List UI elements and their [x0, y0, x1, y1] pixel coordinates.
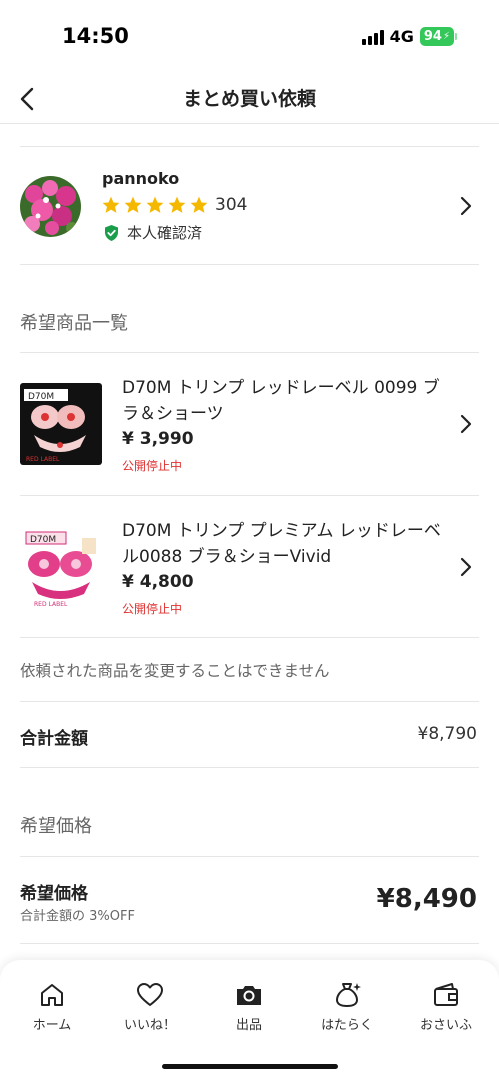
list-item[interactable]: D70M RED LABEL D70M トリンプ レッドレーベル 0099 ブラ…	[0, 353, 499, 495]
status-bar: 14:50 4G 94 ⚡	[0, 0, 499, 76]
camera-icon	[237, 986, 261, 1005]
total-label: 合計金額	[20, 729, 88, 749]
tab-sell[interactable]: 出品	[209, 980, 289, 1033]
avatar	[20, 176, 81, 237]
divider	[20, 943, 479, 944]
seller-rating: 304	[101, 195, 247, 215]
item-thumbnail: D70M RED LABEL	[20, 383, 102, 465]
bottom-tab-bar: ホーム いいね！ 出品 はたらく おさいふ	[0, 960, 499, 1080]
desired-price-discount: 合計金額の 3%OFF	[20, 909, 135, 924]
tab-label: おさいふ	[419, 1018, 472, 1033]
verified-label: 本人確認済	[127, 224, 203, 242]
chevron-right-icon	[460, 557, 472, 577]
star-icon	[168, 196, 186, 213]
home-indicator	[162, 1064, 338, 1069]
network-type: 4G	[389, 27, 414, 46]
shield-check-icon	[105, 224, 118, 241]
star-icon	[102, 196, 120, 213]
status-badge: 公開停止中	[122, 459, 183, 473]
tab-home[interactable]: ホーム	[12, 980, 92, 1033]
divider	[20, 767, 479, 768]
status-badge: 公開停止中	[122, 602, 183, 616]
tab-work[interactable]: はたらく	[307, 980, 387, 1033]
total-value: ¥8,790	[417, 724, 477, 744]
change-notice: 依頼された商品を変更することはできません	[20, 662, 330, 680]
tab-label: ホーム	[32, 1018, 72, 1033]
item-name: D70M トリンプ レッドレーベル 0099 ブラ＆ショーツ	[122, 378, 440, 424]
item-price: ¥ 3,990	[122, 429, 194, 449]
star-icon	[124, 196, 142, 213]
battery-tip	[455, 33, 457, 40]
divider	[20, 264, 479, 265]
tab-label: 出品	[235, 1018, 262, 1033]
tab-label: はたらく	[321, 1018, 373, 1033]
divider	[20, 637, 479, 638]
home-icon	[41, 984, 63, 1006]
list-item[interactable]: D70M RED LABEL D70M トリンプ プレミアム レッドレーベル00…	[0, 496, 499, 638]
tab-likes[interactable]: いいね！	[110, 980, 190, 1033]
divider	[20, 146, 479, 147]
divider	[20, 856, 479, 857]
svg-text:D70M: D70M	[30, 535, 56, 545]
nav-bar: まとめ買い依頼	[0, 76, 499, 124]
status-indicators: 4G 94 ⚡	[361, 27, 457, 46]
money-bag-icon	[336, 983, 361, 1007]
rating-count: 304	[215, 195, 248, 215]
items-section-title: 希望商品一覧	[20, 313, 128, 334]
wallet-icon	[434, 983, 458, 1006]
star-icon	[146, 196, 164, 213]
svg-text:D70M: D70M	[28, 392, 54, 402]
item-thumbnail: D70M RED LABEL	[20, 526, 102, 608]
heart-icon	[137, 983, 163, 1006]
signal-icon	[361, 29, 384, 45]
seller-profile-row[interactable]: pannoko 304 本人確認済	[0, 148, 499, 264]
star-icon	[190, 196, 208, 213]
divider	[20, 701, 479, 702]
desired-section-title: 希望価格	[20, 816, 92, 837]
verified-badge: 本人確認済	[103, 222, 202, 243]
desired-price-label: 希望価格	[20, 884, 88, 904]
page-title: まとめ買い依頼	[182, 88, 316, 110]
item-name: D70M トリンプ プレミアム レッドレーベル0088 ブラ＆ショーVivid	[122, 521, 441, 567]
item-price: ¥ 4,800	[122, 572, 194, 592]
battery-icon: 94 ⚡	[419, 27, 454, 46]
battery-level: 94	[423, 29, 442, 44]
tab-wallet[interactable]: おさいふ	[406, 980, 486, 1033]
chevron-right-icon	[460, 196, 472, 216]
svg-text:RED LABEL: RED LABEL	[34, 601, 68, 608]
desired-price-value: ¥8,490	[376, 884, 477, 914]
seller-name: pannoko	[102, 169, 180, 188]
chevron-right-icon	[460, 414, 472, 434]
svg-text:RED LABEL: RED LABEL	[26, 456, 60, 463]
tab-label: いいね！	[123, 1018, 176, 1033]
status-time: 14:50	[62, 24, 129, 48]
